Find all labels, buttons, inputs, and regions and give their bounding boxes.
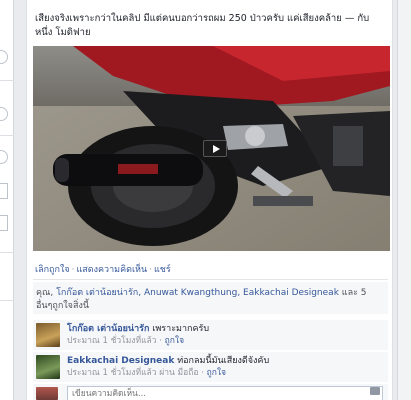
comment-time: ประมาณ 1 ชั่วโมงที่แล้ว ผ่าน มือถือ <box>67 368 199 378</box>
comment-author[interactable]: โกก๊อต เต่าน้อยน่ารัก <box>67 324 149 334</box>
input-box-partial[interactable] <box>0 183 8 199</box>
comment-author[interactable]: Eakkachai Designeak <box>67 356 174 366</box>
comment-input[interactable] <box>67 386 383 400</box>
comment-item: Eakkachai Designeak ท่อกลมนี้มันเสียงดีจ… <box>33 352 388 382</box>
play-icon[interactable] <box>203 140 227 157</box>
radio-circle[interactable] <box>0 150 8 164</box>
unlike-link[interactable]: เลิกถูกใจ <box>35 265 70 275</box>
video-player[interactable] <box>33 46 390 251</box>
share-link[interactable]: แชร์ <box>154 265 171 275</box>
post-actions: เลิกถูกใจ · แสดงความคิดเห็น · แชร์ <box>35 262 171 276</box>
comment-like-link[interactable]: ถูกใจ <box>165 336 184 346</box>
separator-dot: · <box>71 265 75 275</box>
likes-summary-text: คุณ, โกก๊อต เต่าน้อยน่ารัก, Anuwat Kwang… <box>36 287 385 313</box>
left-column-partial <box>0 0 14 400</box>
comment-item: โกก๊อต เต่าน้อยน่ารัก เพราะมากครับ ประมา… <box>33 320 388 350</box>
radio-circle[interactable] <box>0 107 8 121</box>
radio-circle[interactable] <box>0 50 8 64</box>
divider <box>0 252 14 253</box>
divider <box>0 135 14 136</box>
comment-time: ประมาณ 1 ชั่วโมงที่แล้ว <box>67 336 157 346</box>
divider <box>33 279 388 280</box>
right-scroll-area <box>397 0 411 400</box>
camera-icon[interactable] <box>370 387 380 395</box>
avatar <box>36 387 58 400</box>
feed-post: เสียงจริงเพราะกว่าในคลิป มีแต่คนบอกว่ารถ… <box>26 0 393 400</box>
avatar[interactable] <box>36 323 60 347</box>
likes-prefix: คุณ, <box>36 288 57 298</box>
comment-text: ท่อกลมนี้มันเสียงดีจังคับ <box>177 356 270 366</box>
write-comment-row <box>33 384 388 400</box>
likes-summary: คุณ, โกก๊อต เต่าน้อยน่ารัก, Anuwat Kwang… <box>33 282 388 314</box>
avatar[interactable] <box>36 355 60 379</box>
button-partial[interactable] <box>0 215 8 231</box>
divider <box>0 300 14 301</box>
comment-text: เพราะมากครับ <box>152 324 210 334</box>
divider <box>0 80 14 81</box>
comment-link[interactable]: แสดงความคิดเห็น <box>76 265 147 275</box>
separator-dot: · <box>149 265 152 275</box>
comment-like-link[interactable]: ถูกใจ <box>207 368 226 378</box>
likers-names-link[interactable]: โกก๊อต เต่าน้อยน่ารัก, Anuwat Kwangthung… <box>56 288 339 298</box>
post-caption: เสียงจริงเพราะกว่าในคลิป มีแต่คนบอกว่ารถ… <box>35 13 370 38</box>
